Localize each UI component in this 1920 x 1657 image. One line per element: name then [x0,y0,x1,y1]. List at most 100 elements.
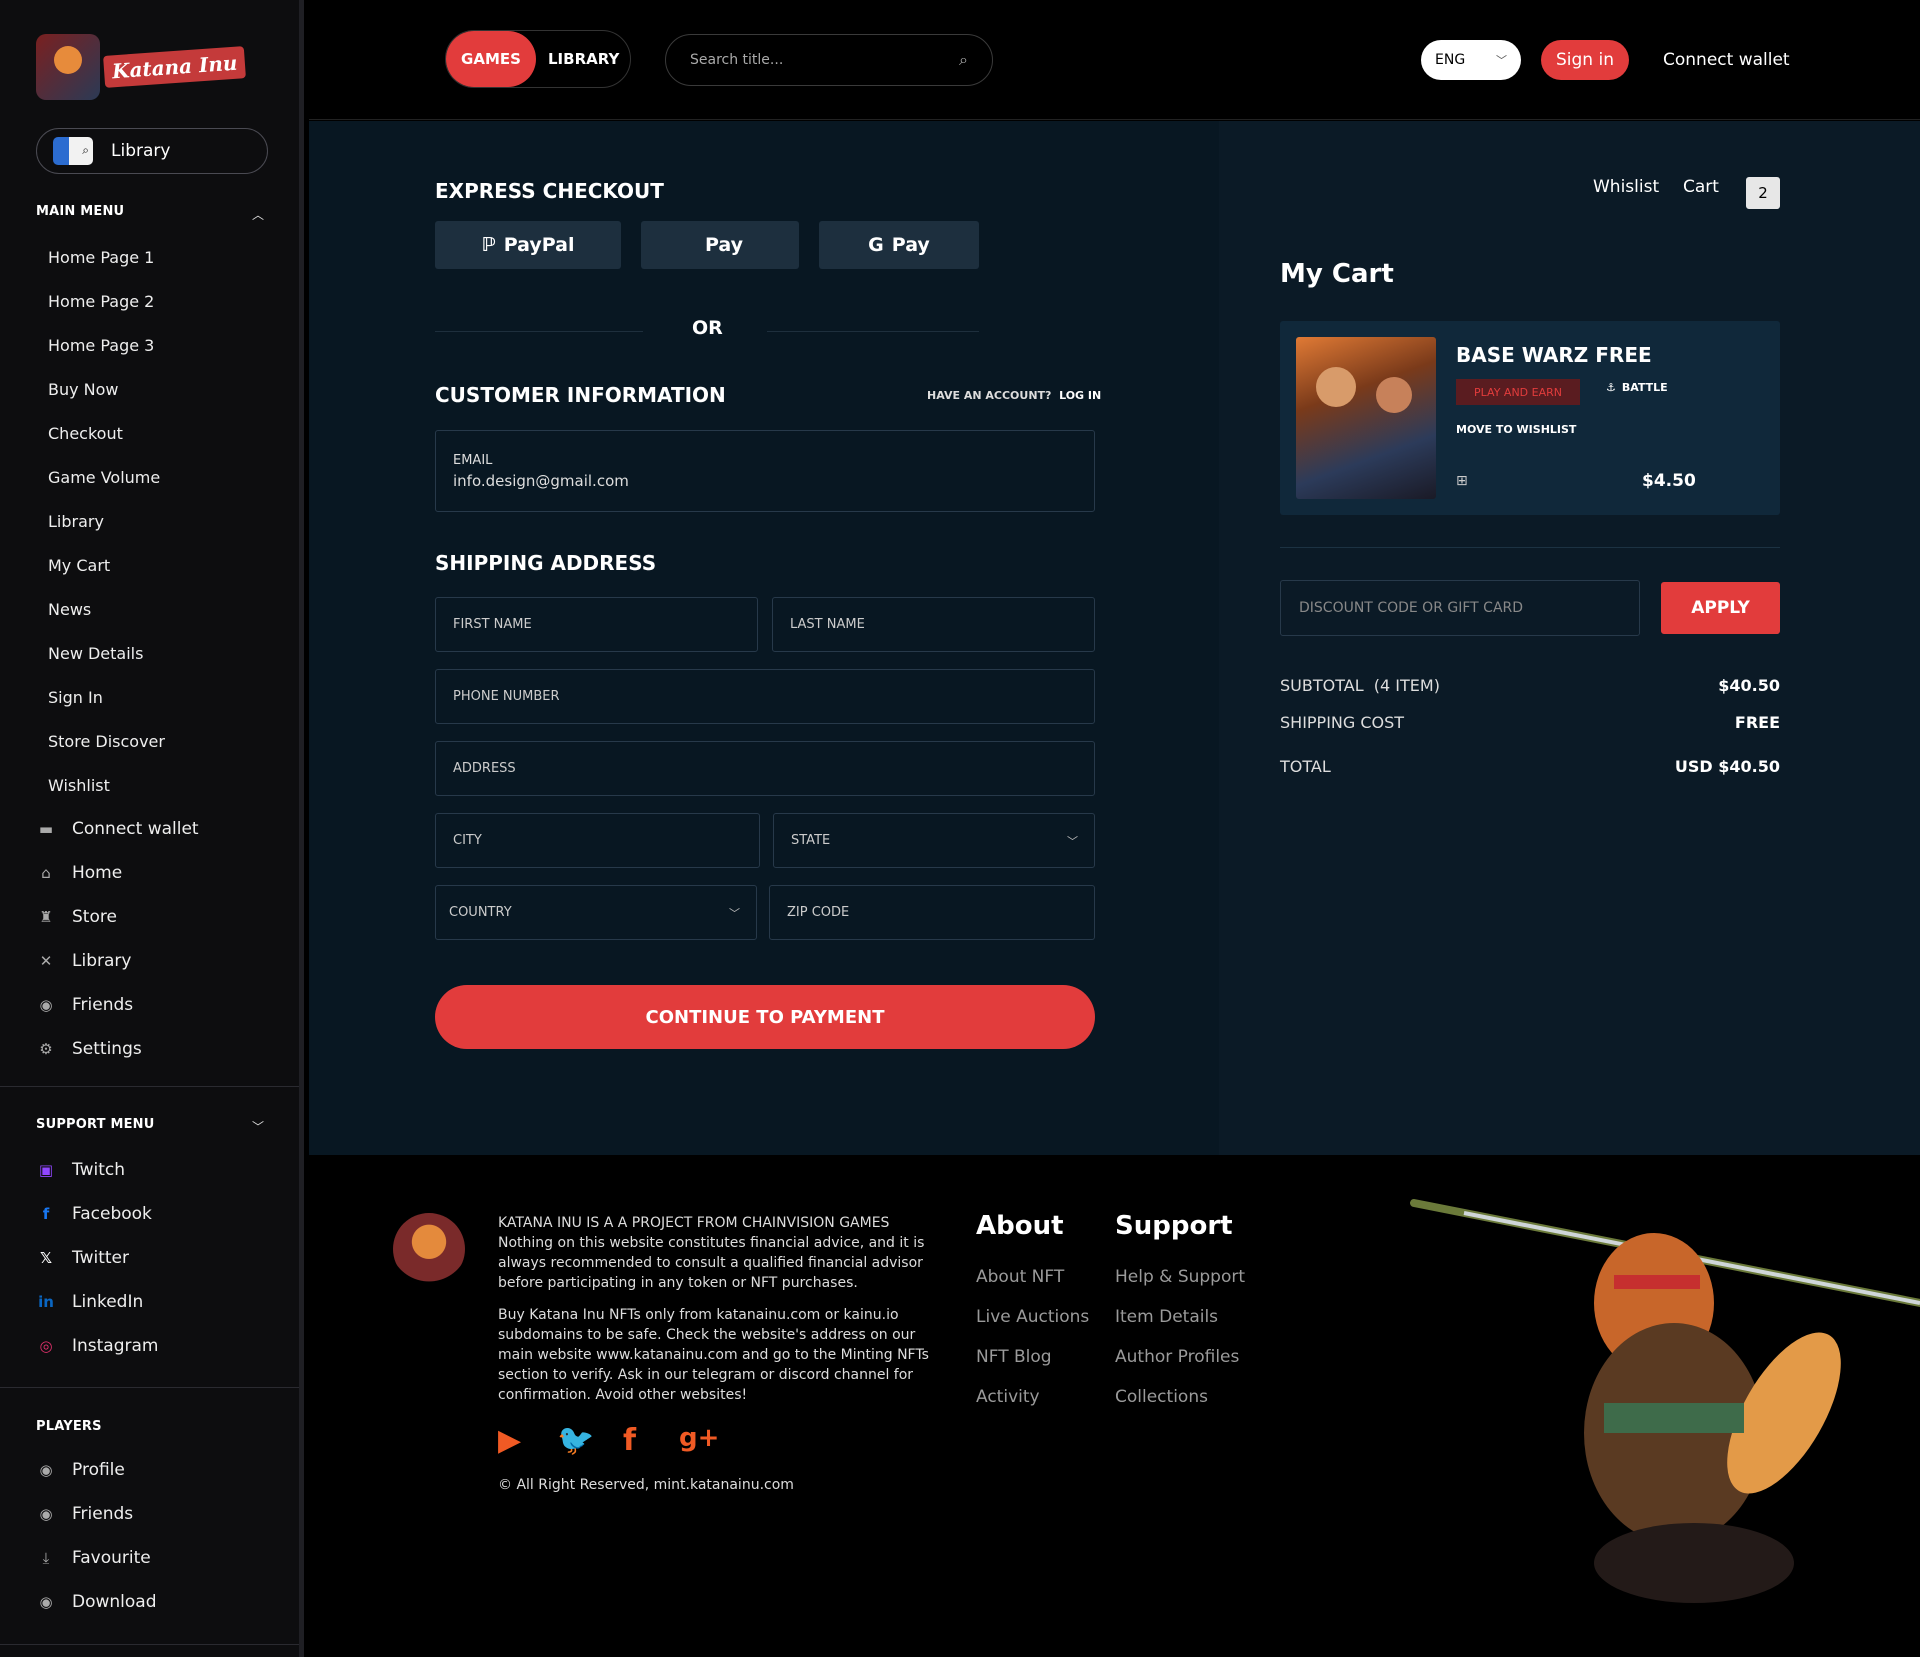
footer-link[interactable]: Live Auctions [976,1307,1089,1327]
connect-wallet-link[interactable]: Connect wallet [1663,40,1790,80]
paypal-button[interactable]: ℙ PayPal [435,221,621,269]
country-select[interactable]: COUNTRY ﹀ [435,885,757,940]
sidebar-item-label: News [48,599,92,619]
sidebar-item[interactable]: ▬ Connect wallet [36,807,199,851]
footer-link[interactable]: About NFT [976,1267,1064,1287]
favourite-icon: ⤓ [42,1549,50,1567]
sidebar-item[interactable]: Home Page 3 [48,323,165,367]
sidebar-item[interactable]: ⤓ Favourite [36,1536,157,1580]
sidebar-item[interactable]: My Cart [48,543,165,587]
sidebar-item-label: Home Page 1 [48,247,155,267]
search-input[interactable]: Search title... ⌕ [665,34,993,86]
phone-field[interactable]: PHONE NUMBER [435,669,1095,724]
sidebar-item[interactable]: Library [48,499,165,543]
apply-button[interactable]: APPLY [1661,582,1780,634]
footer-link[interactable]: Collections [1115,1387,1208,1407]
first-name-field[interactable]: FIRST NAME [435,597,758,652]
search-icon[interactable]: ⌕ [959,50,968,70]
linkedin-icon: in [38,1293,54,1311]
zip-field[interactable]: ZIP CODE [769,885,1095,940]
sidebar-item[interactable]: ✕ Library [36,939,199,983]
facebook-icon: f [42,1205,50,1223]
footer-link[interactable]: Help & Support [1115,1267,1245,1287]
footer-link[interactable]: Author Profiles [1115,1347,1239,1367]
email-label: EMAIL [453,452,493,468]
footer-link[interactable]: Item Details [1115,1307,1218,1327]
cart-item: BASE WARZ FREE PLAY AND EARN ⚓ BATTLE MO… [1280,321,1780,515]
state-select[interactable]: STATE ﹀ [773,813,1095,868]
youtube-icon[interactable]: ▶ [498,1423,521,1458]
discount-code-input[interactable]: DISCOUNT CODE OR GIFT CARD [1280,580,1640,636]
sidebar-item[interactable]: News [48,587,165,631]
cart-item-price: $4.50 [1642,471,1696,491]
last-name-field[interactable]: LAST NAME [772,597,1095,652]
chevron-down-icon: ﹀ [1496,54,1507,67]
chevron-down-icon[interactable]: ﹀ [252,1118,264,1135]
sidebar-item-label: Store [72,907,117,927]
language-select[interactable]: ENG ﹀ [1421,40,1521,80]
sidebar-item-label: Facebook [72,1204,152,1224]
wishlist-link[interactable]: Whislist [1593,177,1659,197]
cart-item-title[interactable]: BASE WARZ FREE [1456,343,1652,367]
address-placeholder: ADDRESS [453,761,516,776]
sidebar-item[interactable]: New Details [48,631,165,675]
sidebar-item[interactable]: ◎ Instagram [36,1324,158,1368]
move-to-wishlist-link[interactable]: MOVE TO WISHLIST [1456,423,1576,436]
footer-link[interactable]: Activity [976,1387,1040,1407]
express-checkout-title: EXPRESS CHECKOUT [435,179,664,203]
footer-logo[interactable] [393,1213,465,1285]
category-tabs: GAMES LIBRARY [445,30,631,88]
total-value: USD $40.50 [1674,757,1780,776]
city-field[interactable]: CITY [435,813,760,868]
apple-pay-button[interactable]: Pay [641,221,799,269]
tab-games[interactable]: GAMES [446,31,536,87]
instagram-icon: ◎ [39,1337,53,1355]
city-placeholder: CITY [453,833,482,848]
subtotal-value: $40.50 [1718,676,1780,695]
sidebar-item[interactable]: Home Page 2 [48,279,165,323]
shipping-address-title: SHIPPING ADDRESS [435,551,657,575]
google-plus-icon[interactable]: g+ [679,1423,719,1453]
sidebar-item[interactable]: ◉ Profile [36,1448,157,1492]
sidebar-item[interactable]: ⚙ Settings [36,1027,199,1071]
facebook-icon[interactable]: f [623,1423,636,1458]
sidebar-item[interactable]: ⌂ Home [36,851,199,895]
footer-link[interactable]: NFT Blog [976,1347,1052,1367]
sidebar-item[interactable]: in LinkedIn [36,1280,159,1324]
sidebar-item[interactable]: ▣ Twitch [36,1148,159,1192]
sidebar-item[interactable]: Game Volume [48,455,165,499]
sign-in-button[interactable]: Sign in [1541,40,1629,80]
apple-pay-label: Pay [704,234,744,256]
sidebar-item-label: Wishlist [48,775,110,795]
sidebar-item[interactable]: f Facebook [36,1192,159,1236]
library-pill-label: Library [111,141,171,161]
total-label: TOTAL [1280,757,1331,776]
sidebar-item[interactable]: ◉ Download [36,1580,156,1624]
sidebar-item[interactable]: 𝕏 Twitter [36,1236,159,1280]
sidebar-item[interactable]: Sign In [48,675,165,719]
sidebar-item[interactable]: Store Discover [48,719,165,763]
sidebar-item-label: Buy Now [48,379,119,399]
sidebar-item[interactable]: ◉ Friends [36,983,199,1027]
brand-logo[interactable]: Katana Inu [36,34,247,100]
continue-to-payment-button[interactable]: CONTINUE TO PAYMENT [435,985,1095,1049]
library-pill[interactable]: ⌕ Library [36,128,268,174]
sidebar-item[interactable]: Buy Now [48,367,165,411]
address-field[interactable]: ADDRESS [435,741,1095,796]
shipping-label: SHIPPING COST [1280,713,1405,732]
state-placeholder: STATE [791,833,831,848]
sidebar-item[interactable]: ♜ Store [36,895,199,939]
log-in-link[interactable]: LOG IN [1059,389,1101,402]
sidebar-item[interactable]: Home Page 1 [48,235,165,279]
email-field[interactable]: EMAIL info.design@gmail.com [435,430,1095,512]
google-pay-button[interactable]: G Pay [819,221,979,269]
cart-link[interactable]: Cart [1683,177,1719,197]
twitter-icon[interactable]: 🐦 [557,1423,594,1458]
sidebar-item[interactable]: ◉ Friends [36,1492,157,1536]
sidebar-item[interactable]: Checkout [48,411,165,455]
customer-info-title: CUSTOMER INFORMATION [435,383,726,407]
sidebar-item[interactable]: Wishlist [48,763,165,807]
tab-library[interactable]: LIBRARY [548,31,619,87]
chevron-up-icon[interactable]: ︿ [252,206,264,223]
game-thumbnail[interactable] [1296,337,1436,499]
